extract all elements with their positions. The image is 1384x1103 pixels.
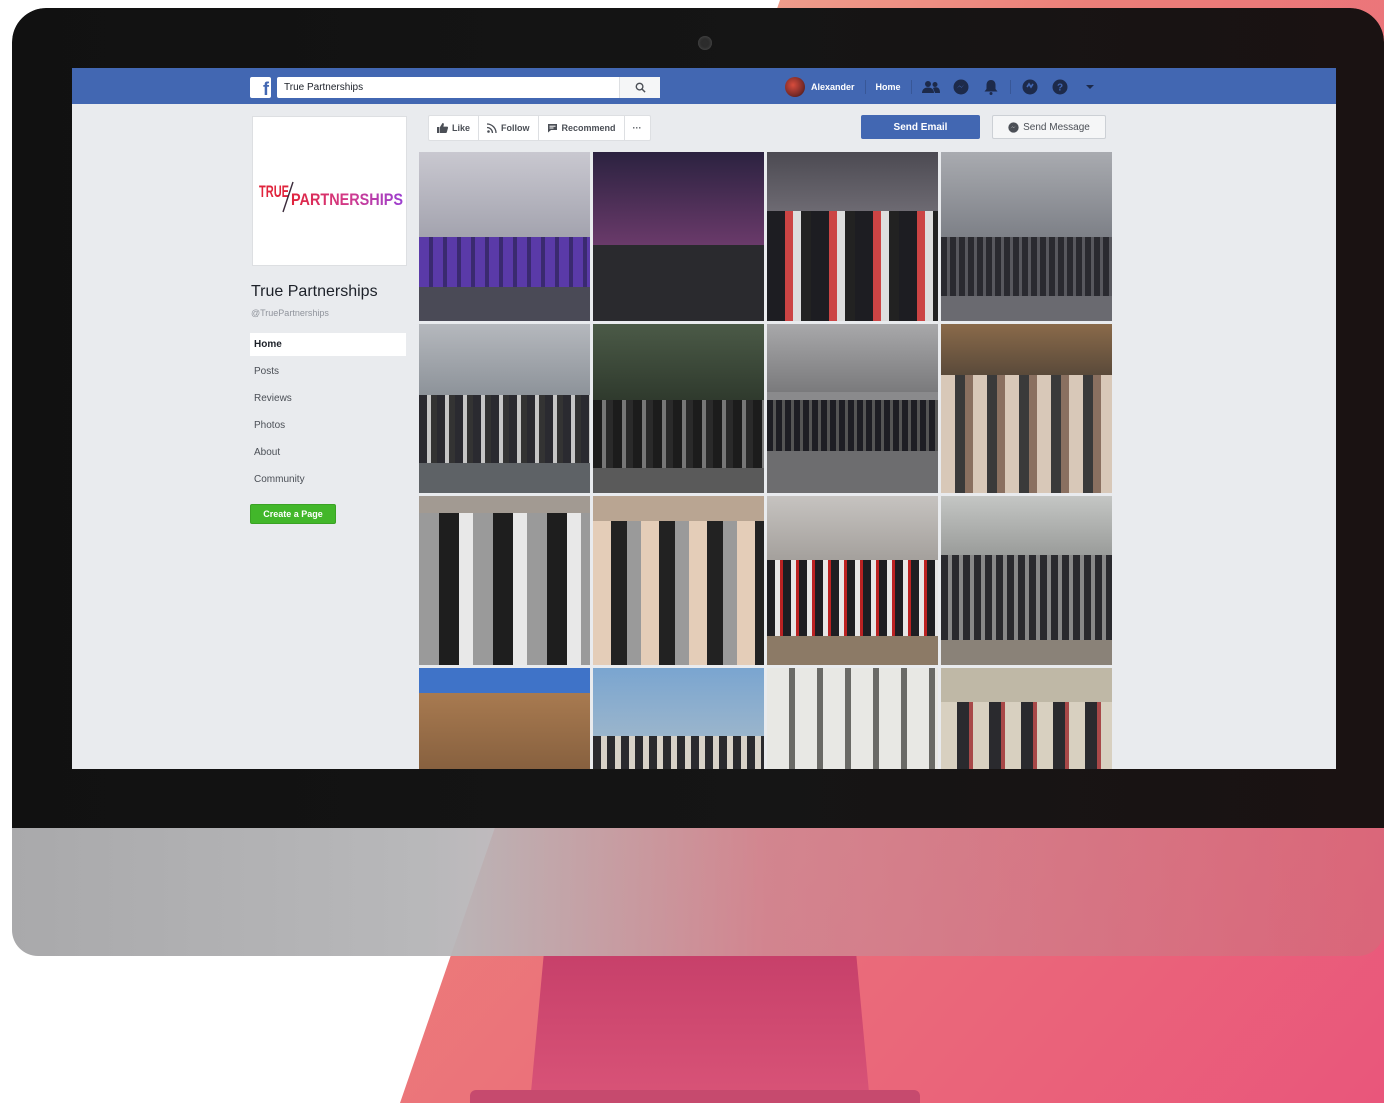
page-action-bar: Like Follow Recommend ··· Send Email Sen… — [420, 112, 1116, 142]
photo-tile[interactable] — [767, 496, 938, 665]
top-navigation-bar: f Alexander Home — [72, 68, 1336, 104]
photo-tile[interactable] — [941, 152, 1112, 321]
svg-text:TRUE: TRUE — [259, 182, 289, 201]
photo-tile[interactable] — [941, 496, 1112, 665]
search-icon — [635, 82, 646, 93]
facebook-logo-icon[interactable]: f — [250, 77, 271, 99]
thumbs-up-icon — [437, 123, 448, 133]
home-link[interactable]: Home — [876, 82, 901, 92]
quick-help-icon[interactable] — [1021, 78, 1039, 96]
rss-icon — [487, 123, 497, 133]
follow-button[interactable]: Follow — [479, 116, 539, 140]
follow-label: Follow — [501, 123, 530, 133]
photo-tile[interactable] — [767, 668, 938, 769]
camera-icon — [698, 36, 712, 50]
photo-tile[interactable] — [593, 152, 764, 321]
notifications-icon[interactable] — [982, 78, 1000, 96]
true-partnerships-logo: TRUE PARTNERSHIPS — [259, 181, 403, 213]
messenger-icon[interactable] — [952, 78, 970, 96]
page-title: True Partnerships — [251, 283, 378, 300]
create-page-button[interactable]: Create a Page — [250, 504, 336, 524]
messenger-icon — [1008, 121, 1019, 133]
side-nav-posts[interactable]: Posts — [250, 360, 406, 383]
comment-icon — [547, 124, 557, 133]
photo-tile[interactable] — [593, 668, 764, 769]
photo-grid — [419, 152, 1115, 769]
action-button-group: Like Follow Recommend ··· — [428, 115, 651, 141]
svg-text:?: ? — [1056, 83, 1062, 94]
user-name-link[interactable]: Alexander — [811, 82, 855, 92]
monitor-chin — [12, 828, 1384, 956]
photo-tile[interactable] — [941, 668, 1112, 769]
screen: f Alexander Home — [72, 68, 1336, 769]
photo-tile[interactable] — [419, 668, 590, 769]
top-nav-right: Alexander Home ? — [785, 76, 1099, 98]
side-nav-about[interactable]: About — [250, 441, 406, 464]
photo-tile[interactable] — [593, 324, 764, 493]
more-options-button[interactable]: ··· — [625, 116, 650, 140]
like-label: Like — [452, 123, 471, 133]
divider — [1009, 80, 1011, 94]
avatar[interactable] — [785, 77, 805, 97]
chevron-down-icon[interactable] — [1081, 78, 1099, 96]
search-input[interactable] — [277, 77, 624, 98]
recommend-button[interactable]: Recommend — [539, 116, 625, 140]
search-box — [277, 77, 660, 98]
side-nav-reviews[interactable]: Reviews — [250, 387, 406, 410]
friends-icon[interactable] — [921, 78, 940, 96]
photo-tile[interactable] — [419, 324, 590, 493]
side-nav-community[interactable]: Community — [250, 468, 406, 491]
monitor-stand-foot — [470, 1090, 920, 1103]
like-button[interactable]: Like — [429, 116, 480, 140]
photo-tile[interactable] — [767, 324, 938, 493]
photo-tile[interactable] — [767, 152, 938, 321]
profile-picture[interactable]: TRUE PARTNERSHIPS — [252, 116, 407, 266]
side-nav-home[interactable]: Home — [250, 333, 406, 356]
page-side-navigation: Home Posts Reviews Photos About Communit… — [250, 333, 406, 495]
photo-tile[interactable] — [941, 324, 1112, 493]
monitor-stand — [530, 956, 870, 1103]
send-email-button[interactable]: Send Email — [861, 115, 980, 139]
divider — [864, 80, 866, 94]
svg-text:PARTNERSHIPS: PARTNERSHIPS — [291, 190, 403, 209]
help-icon[interactable]: ? — [1051, 78, 1069, 96]
page-handle: @TruePartnerships — [251, 308, 329, 318]
search-button[interactable] — [619, 77, 660, 98]
photo-tile[interactable] — [419, 496, 590, 665]
divider — [910, 80, 912, 94]
recommend-label: Recommend — [561, 123, 616, 133]
photo-tile[interactable] — [419, 152, 590, 321]
send-message-button[interactable]: Send Message — [992, 115, 1106, 139]
send-message-label: Send Message — [1023, 121, 1090, 133]
photo-tile[interactable] — [593, 496, 764, 665]
side-nav-photos[interactable]: Photos — [250, 414, 406, 437]
